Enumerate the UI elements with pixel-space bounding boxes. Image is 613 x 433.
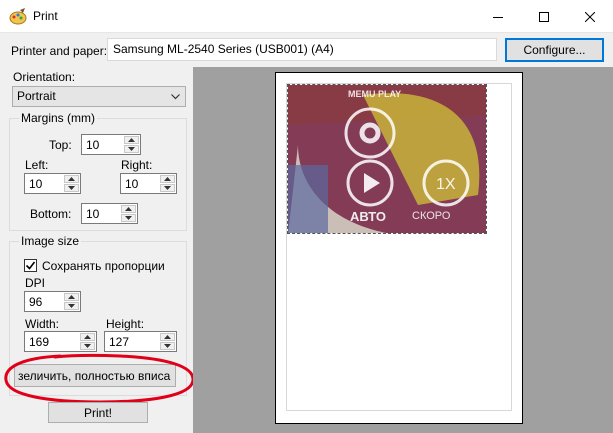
spin-up-icon[interactable] <box>121 205 136 213</box>
margin-left-value: 10 <box>29 177 43 191</box>
preview-auto-label: АВТО <box>350 209 386 224</box>
spin-up-icon[interactable] <box>64 175 79 183</box>
print-preview-area: MEMU PLAY 1X АВТО СКОРО <box>193 67 613 433</box>
margin-left-label: Left: <box>25 158 49 172</box>
spin-down-icon[interactable] <box>64 184 79 192</box>
annotation-ellipse <box>4 353 195 404</box>
configure-button[interactable]: Configure... <box>505 38 604 62</box>
preview-speed-label: 1X <box>436 176 456 193</box>
margin-left-spinner[interactable]: 10 <box>24 173 81 194</box>
checkmark-icon <box>25 261 36 270</box>
margin-right-spinner[interactable]: 10 <box>120 173 177 194</box>
orientation-select[interactable]: Portrait <box>12 86 186 107</box>
spin-down-icon[interactable] <box>121 214 136 222</box>
margin-right-value: 10 <box>125 177 139 191</box>
margin-right-label: Right: <box>121 158 153 172</box>
maximize-button[interactable] <box>521 0 567 33</box>
dpi-value: 96 <box>29 295 43 309</box>
margin-top-spinner[interactable]: 10 <box>81 134 141 155</box>
margin-bottom-label: Bottom: <box>30 207 72 221</box>
dpi-label: DPI <box>25 276 46 290</box>
printer-label: Printer and paper: <box>11 44 108 58</box>
spin-down-icon[interactable] <box>64 302 79 310</box>
margin-bottom-value: 10 <box>86 207 100 221</box>
maximize-icon <box>539 11 549 22</box>
window-title: Print <box>33 9 58 23</box>
paint-app-icon <box>9 8 27 25</box>
width-label: Width: <box>25 317 60 331</box>
keep-proportions-checkbox[interactable] <box>24 259 37 272</box>
margin-bottom-spinner[interactable]: 10 <box>81 203 138 224</box>
preview-image-graphic: MEMU PLAY 1X АВТО СКОРО <box>288 85 486 233</box>
preview-logo-text: MEMU PLAY <box>348 89 401 99</box>
orientation-value: Portrait <box>17 89 56 103</box>
margin-top-value: 10 <box>86 138 100 152</box>
height-label: Height: <box>106 317 145 331</box>
margin-top-label: Top: <box>49 138 72 152</box>
dpi-spinner[interactable]: 96 <box>24 291 81 312</box>
margins-group-title: Margins (mm) <box>19 111 97 125</box>
minimize-button[interactable] <box>475 0 521 33</box>
spin-up-icon[interactable] <box>64 293 79 301</box>
spin-down-icon[interactable] <box>160 184 175 192</box>
orientation-label: Orientation: <box>13 70 76 84</box>
preview-image: MEMU PLAY 1X АВТО СКОРО <box>287 84 487 234</box>
close-icon <box>585 11 595 22</box>
spin-up-icon[interactable] <box>124 136 139 144</box>
printer-field[interactable]: Samsung ML-2540 Series (USB001) (A4) <box>107 38 497 61</box>
print-button[interactable]: Print! <box>48 402 148 423</box>
close-button[interactable] <box>567 0 613 33</box>
preview-speed-button: СКОРО <box>412 210 451 222</box>
minimize-icon <box>493 16 503 18</box>
chevron-down-icon <box>171 94 180 100</box>
spin-up-icon[interactable] <box>160 175 175 183</box>
spin-down-icon[interactable] <box>124 145 139 153</box>
preview-page: MEMU PLAY 1X АВТО СКОРО <box>275 72 523 424</box>
image-size-group-title: Image size <box>19 234 82 248</box>
title-bar: Print <box>0 0 613 33</box>
keep-proportions-label: Сохранять пропорции <box>42 259 165 273</box>
